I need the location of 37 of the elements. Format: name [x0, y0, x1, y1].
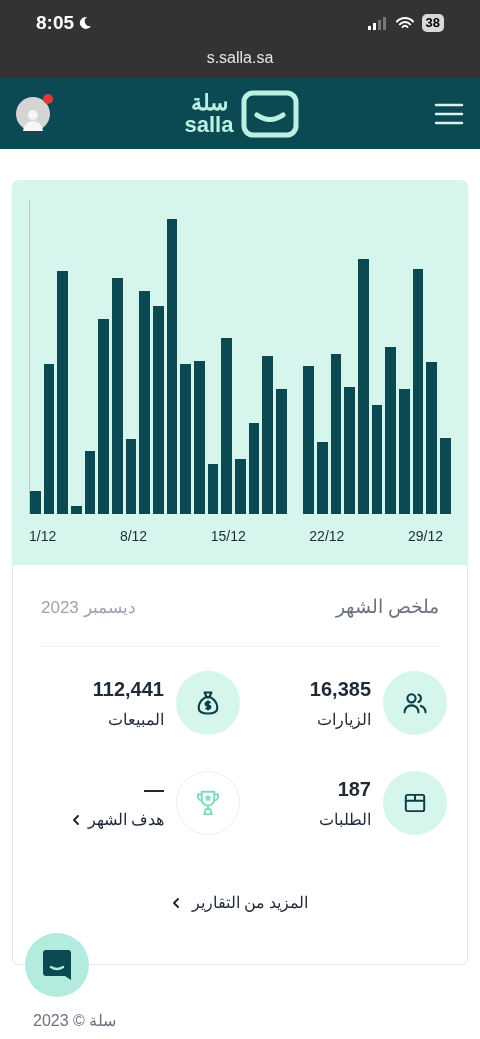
stat-label: الزيارات	[316, 709, 371, 731]
logo-bag-icon	[241, 89, 300, 138]
chevron-icon	[71, 813, 80, 826]
battery-indicator: 38	[421, 14, 444, 32]
copyright-text: سلة © 2023	[33, 1012, 117, 1029]
axis-label: 8/12	[119, 527, 148, 546]
summary-title: ملخص الشهر	[335, 595, 439, 620]
chart-bar	[207, 464, 219, 514]
axis-label: 15/12	[210, 527, 246, 546]
stat-value: 112,441	[92, 676, 164, 702]
signal-icon	[367, 16, 388, 30]
url-text[interactable]: s.salla.sa	[206, 46, 274, 70]
status-time: 8:05	[36, 10, 75, 35]
summary-period: ديسمبر 2023	[41, 596, 136, 619]
moon-icon	[78, 16, 93, 30]
chevron-icon	[171, 896, 180, 909]
logo-arabic: سلة	[190, 91, 228, 114]
stat-value: —	[143, 776, 164, 802]
wifi-icon	[395, 16, 414, 30]
chart-bar	[30, 491, 41, 514]
axis-label: 29/12	[407, 527, 443, 546]
chart-bar	[71, 506, 82, 514]
chat-icon	[42, 949, 72, 981]
stat-label: المبيعات	[107, 709, 164, 730]
chart-bar	[235, 459, 246, 514]
axis-label: 1/12	[29, 527, 57, 546]
menu-icon[interactable]	[434, 101, 464, 126]
avatar[interactable]	[16, 96, 50, 131]
stat-label: الطلبات	[319, 809, 371, 830]
stat-value: 187	[336, 776, 371, 802]
logo-latin: salla	[184, 113, 234, 136]
axis-label: 22/12	[309, 527, 345, 546]
stat-value: 16,385	[309, 676, 371, 702]
more-reports-link[interactable]: المزيد من التقارير	[171, 890, 309, 915]
chart-bar	[84, 451, 96, 514]
goal-link[interactable]: هدف الشهر	[71, 807, 164, 832]
chart-bar	[317, 442, 328, 514]
